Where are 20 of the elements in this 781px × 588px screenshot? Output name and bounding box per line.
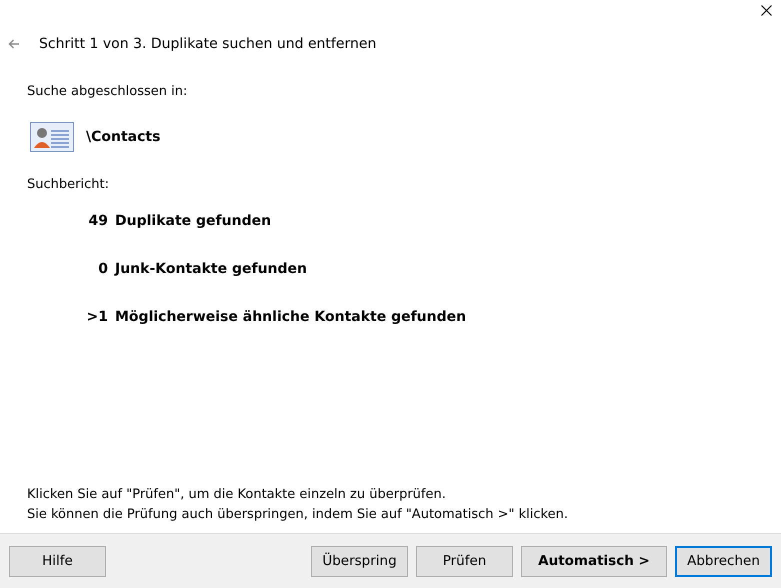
result-text: Junk-Kontakte gefunden — [115, 261, 307, 279]
dialog-button[interactable]: Hilfe — [9, 546, 106, 576]
dialog-button[interactable]: Überspring — [311, 546, 408, 576]
report-label: Suchbericht: — [27, 177, 110, 194]
dialog-button[interactable]: Abbrechen — [675, 546, 772, 576]
search-label: Suche abgeschlossen in: — [27, 84, 188, 101]
close-icon[interactable] — [761, 5, 772, 16]
result-text: Duplikate gefunden — [115, 213, 272, 231]
dialog-button[interactable]: Automatisch > — [521, 546, 667, 576]
instruction-text: Klicken Sie auf "Prüfen", um die Kontakte einzeln zu überprüfen. — [27, 486, 447, 504]
result-count: >1 — [86, 309, 108, 327]
folder-name: \Contacts — [86, 129, 160, 145]
result-count: 0 — [97, 261, 108, 279]
contact-card-icon — [30, 122, 74, 152]
step-title: Schritt 1 von 3. Duplikate suchen und entfernen — [39, 36, 376, 52]
result-text: Möglicherweise ähnliche Kontakte gefunden — [115, 309, 466, 327]
instruction-text: Sie können die Prüfung auch überspringen, indem Sie auf "Automatisch >" klicken. — [27, 506, 569, 524]
back-arrow-icon[interactable] — [8, 39, 20, 49]
result-count: 49 — [88, 213, 108, 231]
dialog-button[interactable]: Prüfen — [416, 546, 513, 576]
